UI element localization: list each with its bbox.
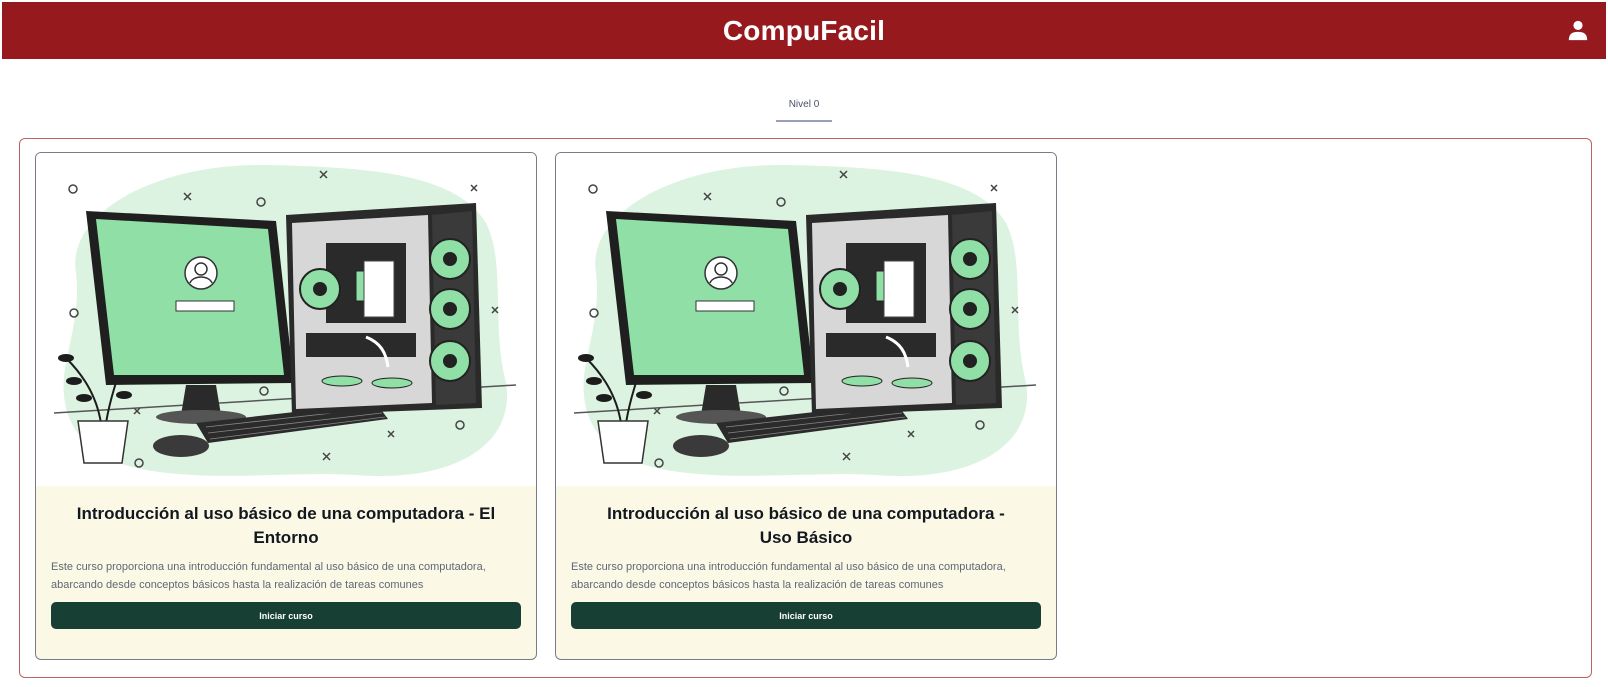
tab-label: Nivel 0 xyxy=(788,98,820,110)
start-course-button[interactable]: Iniciar curso xyxy=(571,602,1041,629)
computer-illustration xyxy=(556,153,1056,486)
course-title: Introducción al uso básico de una comput… xyxy=(607,504,1005,547)
computer-illustration xyxy=(36,153,536,486)
app-title: CompuFacil xyxy=(722,14,886,46)
tab-nivel-0[interactable]: Nivel 0 xyxy=(776,86,832,122)
course-title: Introducción al uso básico de una comput… xyxy=(76,504,496,547)
start-course-button[interactable]: Iniciar curso xyxy=(51,602,521,629)
card-body: Introducción al uso básico de una comput… xyxy=(556,486,1056,629)
course-card: Introducción al uso básico de una comput… xyxy=(555,152,1057,660)
user-icon xyxy=(1568,20,1588,41)
course-description: Este curso proporciona una introducción … xyxy=(51,561,486,591)
user-account-button[interactable] xyxy=(1564,16,1592,44)
top-app-bar: CompuFacil xyxy=(2,2,1606,59)
course-description: Este curso proporciona una introducción … xyxy=(571,561,1006,591)
course-card: Introducción al uso básico de una comput… xyxy=(35,152,537,660)
card-body: Introducción al uso básico de una comput… xyxy=(36,486,536,629)
level-tabs: Nivel 0 xyxy=(0,86,1608,124)
